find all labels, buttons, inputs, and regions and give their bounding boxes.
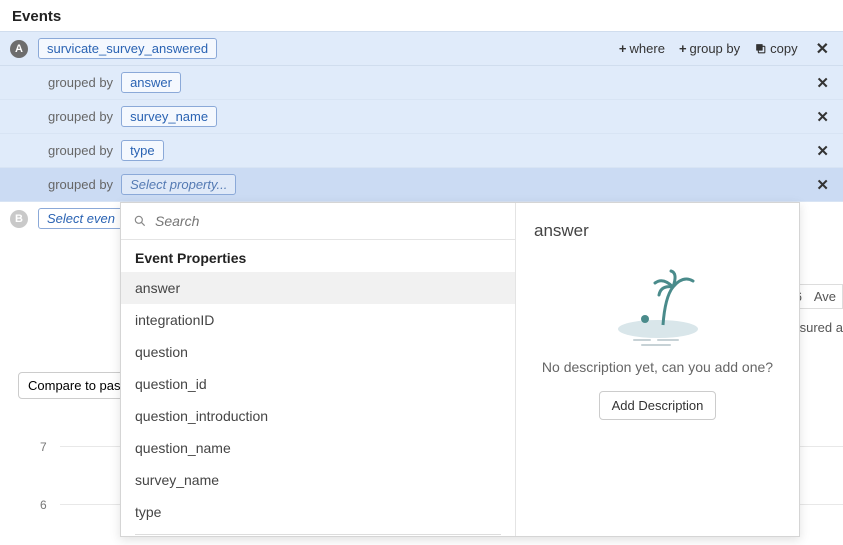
- property-list-scroll[interactable]: Event Properties answer integrationID qu…: [121, 240, 515, 536]
- group-value-token[interactable]: survey_name: [121, 106, 217, 127]
- detail-title: answer: [534, 221, 589, 241]
- remove-group-button[interactable]: ✕: [816, 142, 829, 160]
- remove-group-button[interactable]: ✕: [816, 108, 829, 126]
- text-fragment: sured a: [800, 320, 843, 335]
- remove-group-button[interactable]: ✕: [816, 176, 829, 194]
- search-bar: [121, 203, 515, 240]
- search-icon: [133, 214, 147, 228]
- divider: [135, 534, 501, 535]
- copy-button[interactable]: copy: [754, 41, 797, 56]
- compare-to-past-button[interactable]: Compare to past: [18, 372, 134, 399]
- grouped-by-label: grouped by: [48, 177, 113, 192]
- search-input[interactable]: [155, 213, 503, 229]
- group-value-token[interactable]: answer: [121, 72, 181, 93]
- remove-event-button[interactable]: ✕: [812, 39, 833, 59]
- grouped-by-row-active: grouped by Select property... ✕: [0, 168, 843, 202]
- no-description-text: No description yet, can you add one?: [542, 359, 773, 375]
- property-item-question[interactable]: question: [121, 336, 515, 368]
- event-badge-a: A: [10, 40, 28, 58]
- event-a-row: A survicate_survey_answered +where +grou…: [0, 31, 843, 66]
- grouped-by-label: grouped by: [48, 75, 113, 90]
- select-property-token[interactable]: Select property...: [121, 174, 236, 195]
- grouped-by-label: grouped by: [48, 143, 113, 158]
- property-detail-panel: answer No description yet, can you add o…: [516, 203, 799, 536]
- property-list-header: Event Properties: [121, 240, 515, 272]
- event-a-actions: +where +group by copy ✕: [619, 39, 833, 59]
- event-name-token[interactable]: survicate_survey_answered: [38, 38, 217, 59]
- y-axis-tick: 6: [40, 498, 47, 512]
- property-picker-popover: Event Properties answer integrationID qu…: [120, 202, 800, 537]
- groupby-button[interactable]: +group by: [679, 41, 740, 56]
- property-item-question-name[interactable]: question_name: [121, 432, 515, 464]
- property-list-panel: Event Properties answer integrationID qu…: [121, 203, 516, 536]
- empty-state-island-icon: [603, 267, 713, 347]
- property-item-type[interactable]: type: [121, 496, 515, 528]
- grouped-by-row: grouped by survey_name ✕: [0, 100, 843, 134]
- grouped-by-row: grouped by answer ✕: [0, 66, 843, 100]
- group-value-token[interactable]: type: [121, 140, 164, 161]
- section-title: Events: [0, 0, 843, 31]
- property-item-answer[interactable]: answer: [121, 272, 515, 304]
- property-item-question-introduction[interactable]: question_introduction: [121, 400, 515, 432]
- grouped-by-label: grouped by: [48, 109, 113, 124]
- event-badge-b: B: [10, 210, 28, 228]
- property-item-question-id[interactable]: question_id: [121, 368, 515, 400]
- plus-icon: +: [619, 41, 627, 56]
- grouped-by-row: grouped by type ✕: [0, 134, 843, 168]
- table-cell-fragment: Ave: [808, 284, 843, 309]
- y-axis-tick: 7: [40, 440, 47, 454]
- property-item-integrationid[interactable]: integrationID: [121, 304, 515, 336]
- property-item-survey-name[interactable]: survey_name: [121, 464, 515, 496]
- where-button[interactable]: +where: [619, 41, 665, 56]
- add-description-button[interactable]: Add Description: [599, 391, 717, 420]
- copy-icon: [754, 42, 767, 55]
- select-event-token[interactable]: Select even: [38, 208, 124, 229]
- plus-icon: +: [679, 41, 687, 56]
- remove-group-button[interactable]: ✕: [816, 74, 829, 92]
